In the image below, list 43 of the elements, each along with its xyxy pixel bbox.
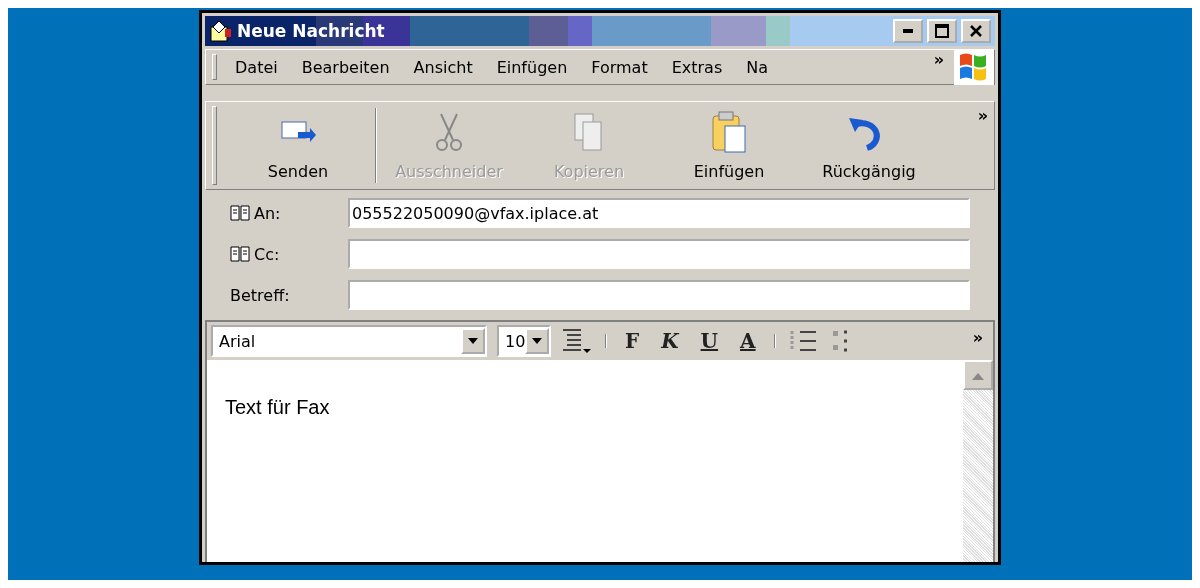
font-color-button[interactable]: A — [734, 329, 762, 353]
field-label: An: — [254, 203, 281, 223]
minimize-icon — [903, 29, 913, 33]
font-dropdown[interactable]: Arial — [211, 325, 487, 357]
input-field[interactable] — [348, 239, 970, 269]
up-arrow-icon — [972, 372, 984, 380]
paragraph-style-icon[interactable] — [561, 327, 593, 355]
minimize-button[interactable] — [893, 19, 923, 43]
menu-item[interactable]: Format — [579, 51, 660, 83]
address-book-icon[interactable] — [230, 204, 250, 222]
chevron-button[interactable]: » — [927, 50, 950, 69]
maximize-button[interactable] — [927, 19, 957, 43]
menu-item[interactable]: Bearbeiten — [289, 51, 402, 83]
field-label: Cc: — [254, 244, 280, 264]
dropdown-arrow-icon — [532, 338, 543, 344]
maximize-icon — [935, 24, 949, 38]
chevron-button[interactable]: » — [966, 328, 989, 347]
underline-button[interactable]: U — [694, 329, 725, 353]
paste-button[interactable]: Einfügen — [659, 102, 799, 189]
field-label: Betreff: — [230, 285, 290, 305]
size-dropdown[interactable]: 10 — [497, 325, 551, 357]
close-button[interactable] — [961, 19, 991, 43]
italic-button[interactable]: K — [655, 329, 685, 353]
body-text: Text für Fax — [225, 396, 331, 420]
window-title: Neue Nachricht — [237, 21, 386, 41]
input-field[interactable]: 055522050090@vfax.iplace.at — [348, 198, 970, 228]
menu-item[interactable]: Ansicht — [401, 51, 485, 83]
dropdown-arrow-icon — [468, 338, 478, 344]
menu-item[interactable]: Datei — [223, 51, 290, 83]
address-book-icon[interactable] — [230, 245, 250, 263]
input-field[interactable] — [348, 280, 970, 310]
undo-button[interactable]: Rückgängig — [799, 102, 939, 189]
new-message-icon — [209, 19, 233, 43]
menu-item[interactable]: Einfügen — [484, 51, 580, 83]
send-button[interactable]: Senden — [223, 102, 373, 189]
chevron-button[interactable]: » — [971, 102, 994, 125]
message-body[interactable]: Text für Fax — [207, 360, 993, 562]
menu-item[interactable]: Na — [734, 51, 781, 83]
menu-item[interactable]: Extras — [659, 51, 735, 83]
close-icon — [970, 25, 982, 37]
bold-button[interactable]: F — [619, 329, 646, 353]
scrollbar[interactable] — [963, 360, 993, 562]
scroll-up-button[interactable] — [963, 360, 993, 390]
